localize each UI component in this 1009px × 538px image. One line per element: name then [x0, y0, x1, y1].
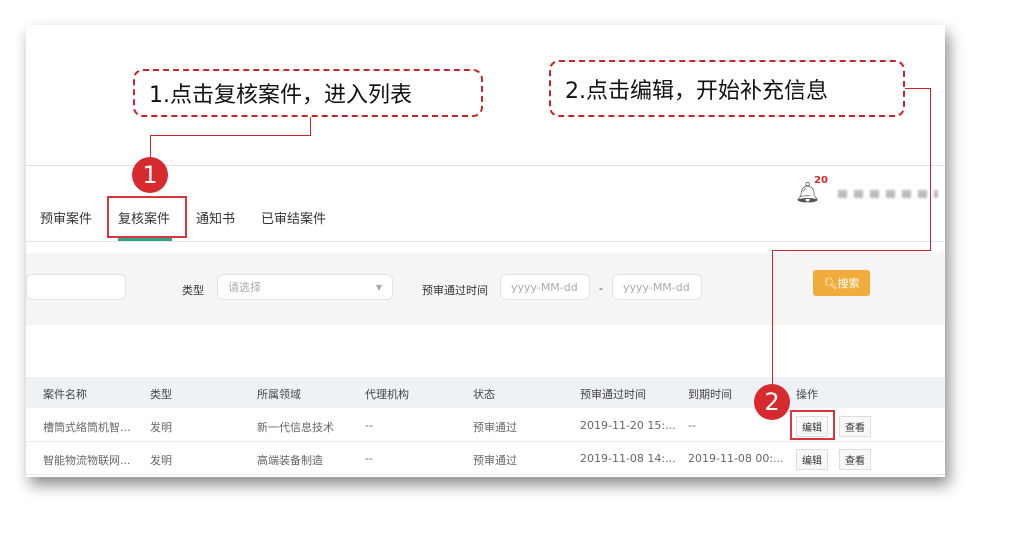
col-due: 到期时间 [688, 388, 732, 401]
connector-line [310, 117, 311, 135]
connector-line [150, 135, 151, 159]
col-actions: 操作 [796, 388, 818, 401]
connector-line [772, 250, 773, 386]
date-separator: - [599, 282, 603, 295]
callout-step2: 2.点击编辑，开始补充信息 [549, 60, 905, 117]
case-status: 预审通过 [473, 454, 517, 467]
case-name[interactable]: 智能物流物联网... [43, 452, 131, 468]
case-name-input[interactable] [26, 274, 126, 300]
date-to-input[interactable]: yyyy-MM-dd [612, 274, 702, 300]
case-status: 预审通过 [473, 421, 517, 434]
search-label: 搜索 [837, 277, 860, 290]
case-name[interactable]: 槽筒式络筒机智... [43, 419, 131, 435]
divider [26, 241, 945, 242]
type-select[interactable]: 请选择 ▼ [217, 274, 393, 300]
step2-marker: 2 [754, 384, 790, 420]
col-agency: 代理机构 [365, 388, 409, 401]
connector-line [905, 88, 930, 89]
col-type: 类型 [150, 388, 172, 401]
view-button[interactable]: 查看 [839, 449, 871, 470]
case-agency: -- [365, 419, 373, 432]
type-placeholder: 请选择 [228, 281, 261, 294]
case-pass-time: 2019-11-08 14:... [580, 452, 676, 465]
case-agency: -- [365, 452, 373, 465]
date-from-input[interactable]: yyyy-MM-dd [500, 274, 590, 300]
case-pass-time: 2019-11-20 15:... [580, 419, 676, 432]
case-field: 新一代信息技术 [257, 421, 334, 434]
notification-badge: 20 [814, 175, 828, 186]
user-name-blurred[interactable] [838, 190, 938, 198]
search-icon: 🔍︎ [823, 276, 838, 290]
tab-pre-review[interactable]: 预审案件 [40, 208, 92, 227]
col-status: 状态 [473, 388, 495, 401]
connector-line [930, 88, 931, 250]
tab-notices[interactable]: 通知书 [196, 208, 235, 227]
date-label: 预审通过时间 [422, 284, 488, 297]
highlight-review-tab [107, 196, 187, 238]
case-type: 发明 [150, 454, 172, 467]
callout-step1: 1.点击复核案件，进入列表 [133, 69, 483, 117]
case-type: 发明 [150, 421, 172, 434]
view-button[interactable]: 查看 [839, 416, 871, 437]
case-due: -- [688, 419, 696, 432]
connector-line [150, 135, 311, 136]
highlight-edit-button [790, 410, 835, 440]
step1-marker: 1 [132, 157, 168, 193]
col-field: 所属领域 [257, 388, 301, 401]
case-due: 2019-11-08 00:... [688, 452, 784, 465]
case-field: 高端装备制造 [257, 454, 323, 467]
tab-closed-cases[interactable]: 已审结案件 [261, 208, 326, 227]
connector-line [772, 250, 931, 251]
col-case-name: 案件名称 [43, 388, 87, 401]
chevron-down-icon: ▼ [375, 282, 382, 292]
search-button[interactable]: 🔍︎ 搜索 [813, 270, 870, 296]
edit-button[interactable]: 编辑 [796, 449, 828, 470]
type-label: 类型 [182, 284, 204, 297]
col-pass-time: 预审通过时间 [580, 388, 646, 401]
